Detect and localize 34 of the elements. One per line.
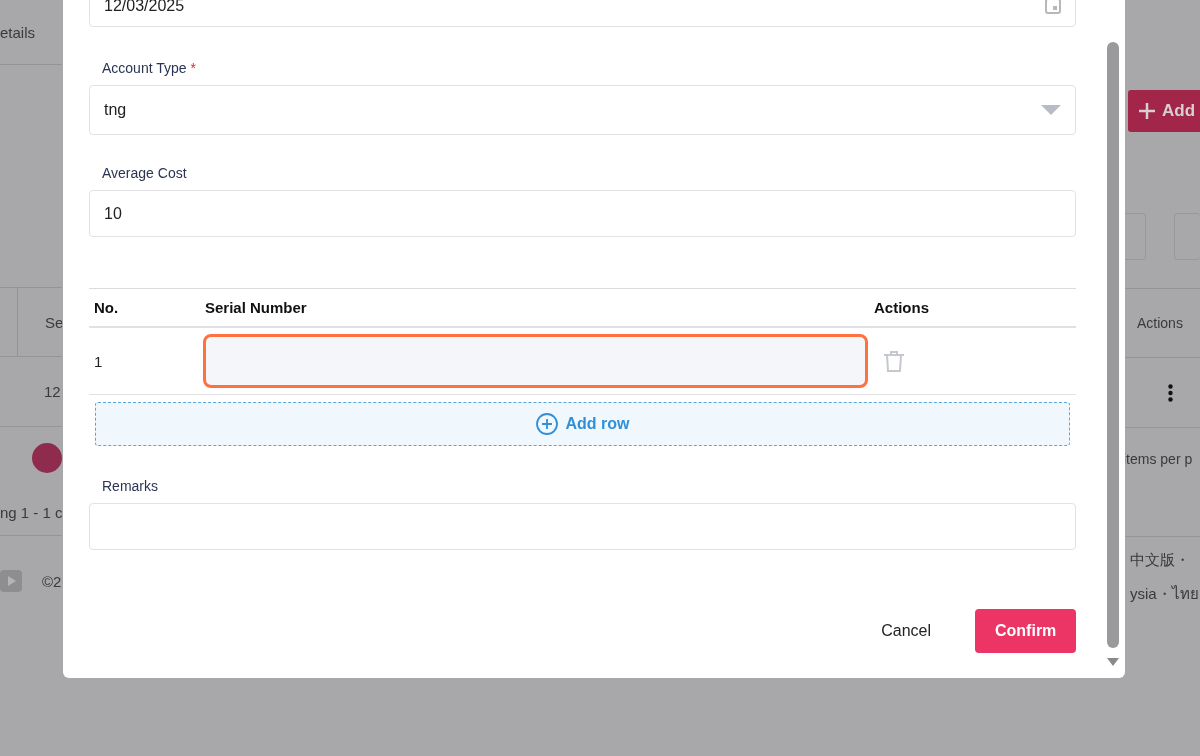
required-mark: * — [190, 60, 197, 76]
field-label: Average Cost — [102, 165, 187, 181]
input-field[interactable] — [89, 503, 1076, 550]
field-label: Remarks — [102, 478, 158, 494]
add-row-button[interactable]: Add row — [95, 402, 1070, 446]
column-header: Actions — [874, 299, 930, 316]
language-link[interactable]: ysia・ไทย — [1130, 582, 1200, 606]
row-number: 1 — [94, 352, 104, 370]
tab-label[interactable]: etails — [0, 23, 36, 41]
input-field[interactable]: 10 — [89, 190, 1076, 237]
dropdown-caret-icon[interactable] — [1041, 105, 1061, 115]
more-icon[interactable] — [1168, 383, 1173, 402]
copyright-text: ©2 — [42, 572, 62, 590]
confirm-button[interactable]: Confirm — [975, 609, 1076, 653]
pagination-text: ng 1 - 1 c — [0, 503, 62, 521]
play-icon[interactable] — [0, 570, 22, 592]
column-header: No. — [94, 299, 120, 316]
page-number-button[interactable] — [32, 443, 62, 473]
plus-circle-icon — [535, 413, 558, 435]
column-header: Serial Number — [205, 299, 308, 316]
select-field[interactable]: tng — [89, 85, 1076, 135]
table-cell: 12 — [44, 383, 61, 400]
column-header: Actions — [1137, 315, 1183, 331]
column-header: Se — [45, 313, 62, 331]
trash-icon[interactable] — [883, 350, 905, 372]
calendar-icon — [1045, 0, 1061, 14]
date-field[interactable]: 12/03/2025 — [89, 0, 1076, 27]
scroll-down-arrow-icon[interactable] — [1107, 658, 1119, 666]
add-button[interactable]: Add — [1128, 90, 1200, 132]
cancel-button[interactable]: Cancel — [881, 609, 931, 653]
serial-number-input[interactable] — [203, 334, 868, 388]
field-label: Account Type — [102, 60, 187, 76]
language-link[interactable]: 中文版・ — [1130, 551, 1200, 570]
plus-icon — [1138, 102, 1156, 120]
